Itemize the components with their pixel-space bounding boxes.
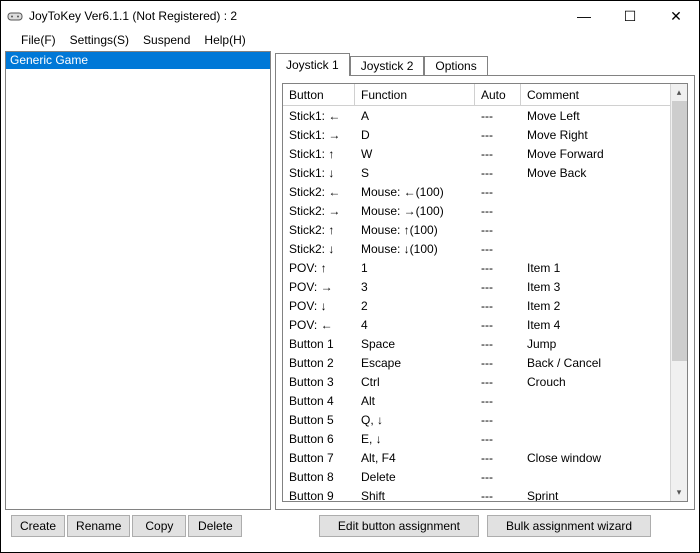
table-row[interactable]: Button 8Delete--- — [283, 467, 670, 486]
table-row[interactable]: POV: ↓2---Item 2 — [283, 296, 670, 315]
header-function[interactable]: Function — [355, 84, 475, 105]
menu-file[interactable]: File(F) — [15, 32, 62, 48]
table-row[interactable]: Stick2: ↓Mouse: ↓(100)--- — [283, 239, 670, 258]
minimize-button[interactable]: — — [561, 1, 607, 31]
table-row[interactable]: Stick1: →D---Move Right — [283, 125, 670, 144]
tab-joystick-2[interactable]: Joystick 2 — [350, 56, 425, 75]
titlebar: JoyToKey Ver6.1.1 (Not Registered) : 2 —… — [1, 1, 699, 31]
table-row[interactable]: POV: ↑1---Item 1 — [283, 258, 670, 277]
grid-headers: Button Function Auto Comment — [283, 84, 670, 106]
table-row[interactable]: Stick2: ←Mouse: ←(100)--- — [283, 182, 670, 201]
table-row[interactable]: Button 9Shift---Sprint — [283, 486, 670, 501]
table-row[interactable]: Stick1: ↓S---Move Back — [283, 163, 670, 182]
maximize-button[interactable]: ☐ — [607, 1, 653, 31]
tab-options[interactable]: Options — [424, 56, 487, 75]
tab-joystick-1[interactable]: Joystick 1 — [275, 53, 350, 76]
bulk-wizard-button[interactable]: Bulk assignment wizard — [487, 515, 651, 537]
rename-button[interactable]: Rename — [67, 515, 130, 537]
table-row[interactable]: Stick1: ↑W---Move Forward — [283, 144, 670, 163]
table-row[interactable]: Stick2: →Mouse: →(100)--- — [283, 201, 670, 220]
profile-list[interactable]: Generic Game — [5, 51, 271, 510]
table-row[interactable]: POV: →3---Item 3 — [283, 277, 670, 296]
table-row[interactable]: Button 7Alt, F4---Close window — [283, 448, 670, 467]
table-row[interactable]: Button 1Space---Jump — [283, 334, 670, 353]
table-row[interactable]: Button 5Q, ↓--- — [283, 410, 670, 429]
edit-assignment-button[interactable]: Edit button assignment — [319, 515, 479, 537]
app-icon — [7, 8, 23, 24]
assignment-grid: Button Function Auto Comment Stick1: ←A-… — [282, 83, 688, 502]
header-auto[interactable]: Auto — [475, 84, 521, 105]
content-area: Generic Game Joystick 1 Joystick 2 Optio… — [1, 51, 699, 510]
menubar: File(F) Settings(S) Suspend Help(H) — [1, 31, 699, 51]
tab-body: Button Function Auto Comment Stick1: ←A-… — [275, 75, 695, 510]
left-pane: Generic Game — [5, 51, 271, 510]
table-row[interactable]: Stick1: ←A---Move Left — [283, 106, 670, 125]
table-row[interactable]: Button 3Ctrl---Crouch — [283, 372, 670, 391]
create-button[interactable]: Create — [11, 515, 65, 537]
table-row[interactable]: POV: ←4---Item 4 — [283, 315, 670, 334]
profile-item-selected[interactable]: Generic Game — [6, 52, 270, 69]
close-button[interactable]: ✕ — [653, 1, 699, 31]
table-row[interactable]: Stick2: ↑Mouse: ↑(100)--- — [283, 220, 670, 239]
menu-help[interactable]: Help(H) — [198, 32, 251, 48]
tabs: Joystick 1 Joystick 2 Options — [275, 51, 695, 75]
table-row[interactable]: Button 6E, ↓--- — [283, 429, 670, 448]
right-pane: Joystick 1 Joystick 2 Options Button Fun… — [275, 51, 695, 510]
copy-button[interactable]: Copy — [132, 515, 186, 537]
scroll-down-icon[interactable]: ▾ — [671, 484, 688, 501]
delete-button[interactable]: Delete — [188, 515, 242, 537]
menu-suspend[interactable]: Suspend — [137, 32, 196, 48]
app-window: JoyToKey Ver6.1.1 (Not Registered) : 2 —… — [0, 0, 700, 553]
vertical-scrollbar[interactable]: ▴ ▾ — [670, 84, 687, 501]
bottom-bar: Create Rename Copy Delete Edit button as… — [1, 510, 699, 544]
menu-settings[interactable]: Settings(S) — [64, 32, 135, 48]
table-row[interactable]: Button 2Escape---Back / Cancel — [283, 353, 670, 372]
scroll-up-icon[interactable]: ▴ — [671, 84, 688, 101]
header-button[interactable]: Button — [283, 84, 355, 105]
scroll-thumb[interactable] — [672, 101, 687, 361]
table-row[interactable]: Button 4Alt--- — [283, 391, 670, 410]
header-comment[interactable]: Comment — [521, 84, 670, 105]
window-title: JoyToKey Ver6.1.1 (Not Registered) : 2 — [29, 9, 237, 23]
grid-rows[interactable]: Stick1: ←A---Move LeftStick1: →D---Move … — [283, 106, 670, 501]
